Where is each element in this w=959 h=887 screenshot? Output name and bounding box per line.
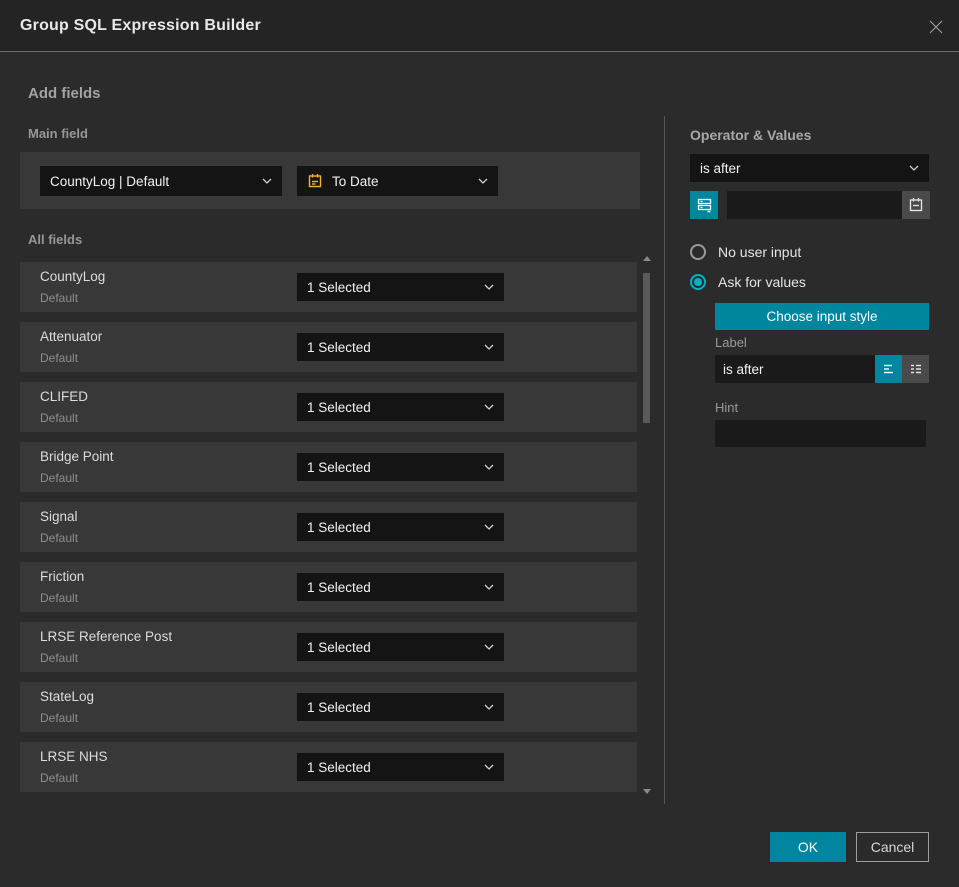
field-selected-dropdown[interactable]: 1 Selected (297, 693, 504, 721)
date-field-select-value: To Date (332, 173, 379, 189)
field-row: CountyLog Default 1 Selected (20, 262, 637, 312)
cancel-button[interactable]: Cancel (856, 832, 929, 862)
field-subtitle: Default (40, 351, 79, 365)
calendar-icon (307, 173, 323, 189)
unique-values-icon (696, 197, 713, 214)
chevron-down-icon (484, 524, 494, 530)
field-row: LRSE Reference Post Default 1 Selected (20, 622, 637, 672)
date-field-select[interactable]: To Date (297, 166, 498, 196)
field-row: Signal Default 1 Selected (20, 502, 637, 552)
field-name: Bridge Point (40, 449, 114, 464)
main-field-select-value: CountyLog | Default (50, 173, 170, 189)
field-subtitle: Default (40, 471, 79, 485)
chevron-down-icon (484, 344, 494, 350)
field-name: Friction (40, 569, 85, 584)
chevron-down-icon (909, 165, 919, 171)
main-field-panel: CountyLog | Default To Date (20, 152, 640, 209)
chevron-down-icon (262, 178, 272, 184)
field-selected-dropdown[interactable]: 1 Selected (297, 753, 504, 781)
label-label: Label (715, 335, 747, 350)
add-fields-heading: Add fields (28, 85, 101, 102)
dialog-title: Group SQL Expression Builder (20, 17, 261, 34)
choose-input-style-button[interactable]: Choose input style (715, 303, 929, 330)
chevron-down-icon (484, 464, 494, 470)
field-selected-dropdown[interactable]: 1 Selected (297, 333, 504, 361)
value-calendar-button[interactable] (902, 191, 930, 219)
radio-circle-icon (690, 244, 706, 260)
field-subtitle: Default (40, 711, 79, 725)
field-name: LRSE NHS (40, 749, 108, 764)
main-field-label: Main field (28, 126, 88, 141)
value-input[interactable] (727, 191, 902, 219)
field-subtitle: Default (40, 411, 79, 425)
operator-select-value: is after (700, 160, 741, 176)
field-subtitle: Default (40, 591, 79, 605)
field-name: Attenuator (40, 329, 103, 344)
group-sql-expression-builder-dialog: Group SQL Expression Builder Add fields … (0, 0, 959, 887)
chevron-down-icon (484, 404, 494, 410)
chevron-down-icon (484, 284, 494, 290)
field-row: Attenuator Default 1 Selected (20, 322, 637, 372)
field-name: Signal (40, 509, 78, 524)
field-selected-dropdown[interactable]: 1 Selected (297, 513, 504, 541)
field-subtitle: Default (40, 531, 79, 545)
radio-label: No user input (718, 244, 802, 260)
field-name: LRSE Reference Post (40, 629, 173, 644)
radio-circle-selected-icon (690, 274, 706, 290)
radio-label: Ask for values (718, 274, 806, 290)
dialog-header: Group SQL Expression Builder (0, 0, 959, 52)
field-selected-dropdown[interactable]: 1 Selected (297, 393, 504, 421)
field-row: LRSE NHS Default 1 Selected (20, 742, 637, 792)
text-lines-icon (881, 361, 897, 377)
field-row: Bridge Point Default 1 Selected (20, 442, 637, 492)
close-button[interactable] (926, 17, 946, 37)
scrollbar-thumb[interactable] (643, 273, 650, 423)
all-fields-label: All fields (28, 232, 83, 247)
close-icon (928, 19, 944, 35)
unique-values-button[interactable] (690, 191, 718, 219)
label-input[interactable] (715, 355, 875, 383)
field-selected-dropdown[interactable]: 1 Selected (297, 633, 504, 661)
chevron-down-icon (478, 178, 488, 184)
radio-ask-for-values[interactable]: Ask for values (690, 274, 806, 290)
scrollbar-down-arrow[interactable] (643, 789, 651, 794)
field-subtitle: Default (40, 771, 79, 785)
field-name: CLIFED (40, 389, 89, 404)
list-icon (908, 361, 924, 377)
main-field-select[interactable]: CountyLog | Default (40, 166, 282, 196)
hint-label: Hint (715, 400, 739, 415)
field-row: CLIFED Default 1 Selected (20, 382, 637, 432)
field-selected-dropdown[interactable]: 1 Selected (297, 273, 504, 301)
field-subtitle: Default (40, 651, 79, 665)
text-input-style-button[interactable] (875, 355, 902, 383)
list-input-style-button[interactable] (902, 355, 929, 383)
chevron-down-icon (484, 764, 494, 770)
radio-no-user-input[interactable]: No user input (690, 244, 801, 260)
hint-input[interactable] (715, 420, 926, 447)
chevron-down-icon (484, 644, 494, 650)
field-selected-dropdown[interactable]: 1 Selected (297, 573, 504, 601)
operator-select[interactable]: is after (690, 154, 929, 182)
operator-values-heading: Operator & Values (690, 127, 812, 143)
field-subtitle: Default (40, 291, 79, 305)
field-row: Friction Default 1 Selected (20, 562, 637, 612)
scrollbar-up-arrow[interactable] (643, 256, 651, 261)
field-selected-dropdown[interactable]: 1 Selected (297, 453, 504, 481)
chevron-down-icon (484, 584, 494, 590)
calendar-icon (908, 197, 924, 213)
field-row: StateLog Default 1 Selected (20, 682, 637, 732)
panel-divider (664, 116, 665, 804)
chevron-down-icon (484, 704, 494, 710)
field-name: StateLog (40, 689, 95, 704)
field-name: CountyLog (40, 269, 106, 284)
ok-button[interactable]: OK (770, 832, 846, 862)
